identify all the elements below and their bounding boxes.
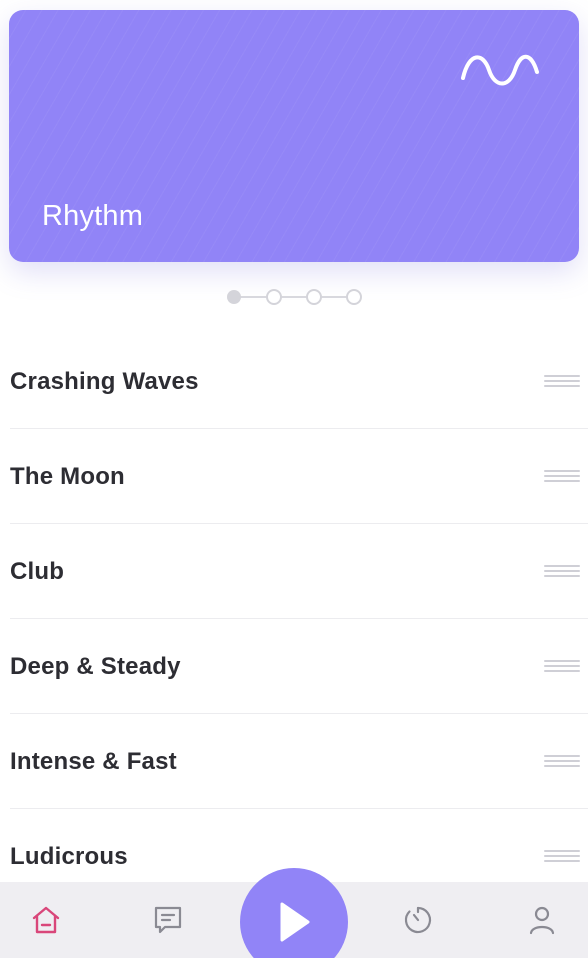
tab-home[interactable] (26, 900, 66, 940)
hero-card[interactable]: Rhythm (9, 10, 579, 262)
page-dot-4 (346, 289, 362, 305)
list-item[interactable]: Club (0, 524, 588, 619)
drag-handle-icon[interactable] (544, 754, 580, 769)
list-item[interactable]: Crashing Waves (0, 334, 588, 429)
list-item-label: The Moon (10, 462, 125, 490)
page-dot-1 (227, 290, 241, 304)
tab-messages[interactable] (148, 900, 188, 940)
play-icon (280, 902, 310, 942)
tab-timer[interactable] (398, 900, 438, 940)
list-item-label: Deep & Steady (10, 652, 181, 680)
list-item-label: Ludicrous (10, 842, 128, 870)
rhythm-list: Crashing Waves The Moon Club Deep & Stea… (0, 334, 588, 904)
drag-handle-icon[interactable] (544, 469, 580, 484)
wave-icon (461, 54, 539, 86)
timer-icon (404, 906, 432, 934)
drag-handle-icon[interactable] (544, 564, 580, 579)
page-dot-3 (306, 289, 322, 305)
list-item-label: Crashing Waves (10, 367, 199, 395)
tab-profile[interactable] (522, 900, 562, 940)
drag-handle-icon[interactable] (544, 374, 580, 389)
home-icon (32, 906, 60, 934)
list-item-label: Intense & Fast (10, 747, 177, 775)
message-icon (154, 906, 182, 934)
list-item[interactable]: Intense & Fast (0, 714, 588, 809)
list-item[interactable]: Deep & Steady (0, 619, 588, 714)
page-dot-2 (266, 289, 282, 305)
profile-icon (529, 906, 555, 935)
list-item-label: Club (10, 557, 65, 585)
page-indicator[interactable] (222, 287, 366, 307)
drag-handle-icon[interactable] (544, 849, 580, 864)
list-item[interactable]: The Moon (0, 429, 588, 524)
drag-handle-icon[interactable] (544, 659, 580, 674)
hero-title: Rhythm (42, 200, 144, 232)
